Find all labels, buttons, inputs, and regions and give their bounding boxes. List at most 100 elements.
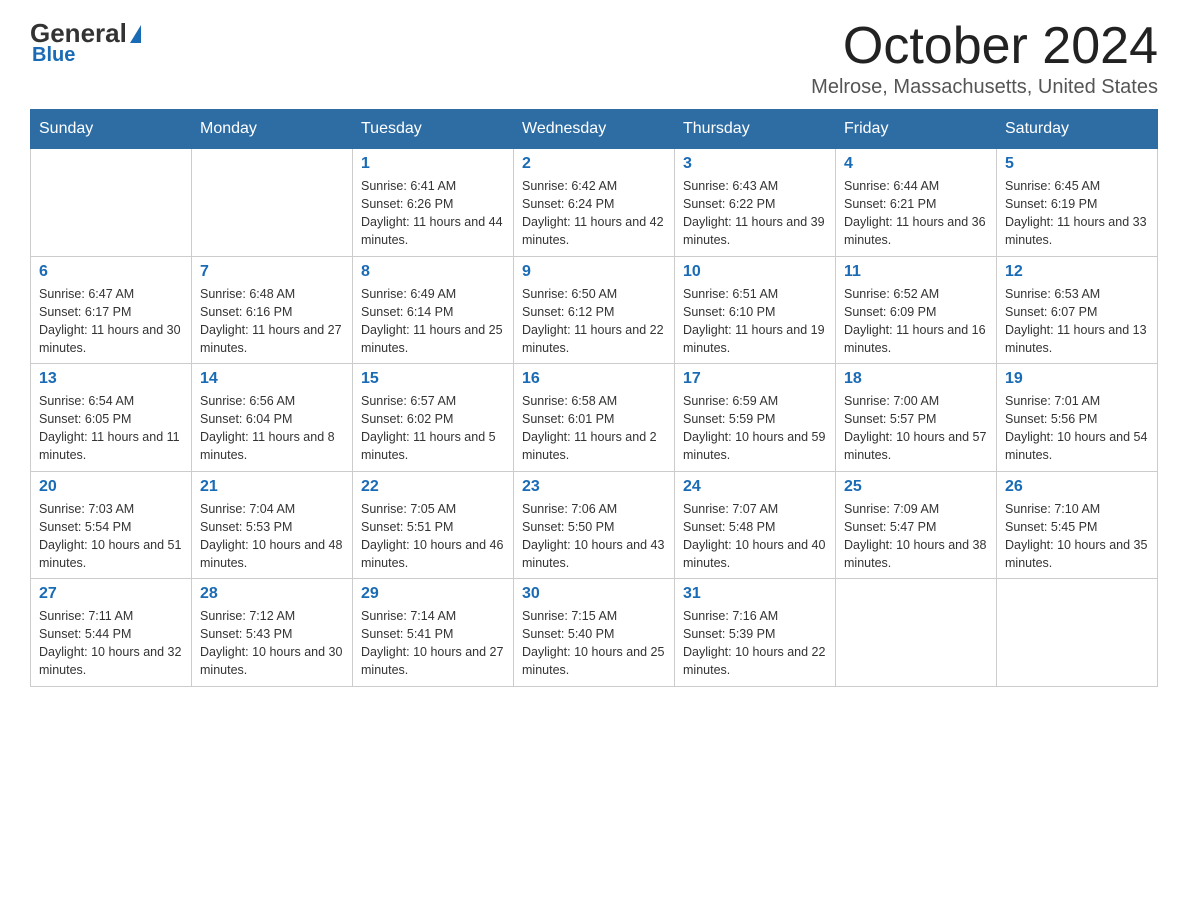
calendar-cell: 13 Sunrise: 6:54 AMSunset: 6:05 PMDaylig… <box>31 364 192 472</box>
calendar-cell <box>192 149 353 257</box>
day-info: Sunrise: 6:56 AMSunset: 6:04 PMDaylight:… <box>200 394 335 462</box>
day-number: 1 <box>361 155 505 173</box>
day-number: 6 <box>39 263 183 281</box>
day-info: Sunrise: 7:00 AMSunset: 5:57 PMDaylight:… <box>844 394 986 462</box>
calendar-cell: 20 Sunrise: 7:03 AMSunset: 5:54 PMDaylig… <box>31 471 192 579</box>
day-info: Sunrise: 6:59 AMSunset: 5:59 PMDaylight:… <box>683 394 825 462</box>
calendar-cell: 26 Sunrise: 7:10 AMSunset: 5:45 PMDaylig… <box>997 471 1158 579</box>
day-info: Sunrise: 6:58 AMSunset: 6:01 PMDaylight:… <box>522 394 657 462</box>
title-area: October 2024 Melrose, Massachusetts, Uni… <box>811 20 1158 99</box>
header-thursday: Thursday <box>675 110 836 149</box>
calendar-cell: 4 Sunrise: 6:44 AMSunset: 6:21 PMDayligh… <box>836 149 997 257</box>
calendar-cell: 10 Sunrise: 6:51 AMSunset: 6:10 PMDaylig… <box>675 256 836 364</box>
header-tuesday: Tuesday <box>353 110 514 149</box>
day-info: Sunrise: 6:47 AMSunset: 6:17 PMDaylight:… <box>39 287 181 355</box>
day-number: 2 <box>522 155 666 173</box>
day-info: Sunrise: 7:04 AMSunset: 5:53 PMDaylight:… <box>200 502 342 570</box>
calendar-cell: 25 Sunrise: 7:09 AMSunset: 5:47 PMDaylig… <box>836 471 997 579</box>
calendar-table: SundayMondayTuesdayWednesdayThursdayFrid… <box>30 109 1158 687</box>
calendar-cell: 1 Sunrise: 6:41 AMSunset: 6:26 PMDayligh… <box>353 149 514 257</box>
calendar-cell: 9 Sunrise: 6:50 AMSunset: 6:12 PMDayligh… <box>514 256 675 364</box>
calendar-cell: 14 Sunrise: 6:56 AMSunset: 6:04 PMDaylig… <box>192 364 353 472</box>
month-title: October 2024 <box>811 20 1158 72</box>
day-info: Sunrise: 6:53 AMSunset: 6:07 PMDaylight:… <box>1005 287 1147 355</box>
week-row-2: 6 Sunrise: 6:47 AMSunset: 6:17 PMDayligh… <box>31 256 1158 364</box>
calendar-cell: 17 Sunrise: 6:59 AMSunset: 5:59 PMDaylig… <box>675 364 836 472</box>
calendar-cell: 22 Sunrise: 7:05 AMSunset: 5:51 PMDaylig… <box>353 471 514 579</box>
calendar-cell <box>997 579 1158 687</box>
day-number: 10 <box>683 263 827 281</box>
day-info: Sunrise: 7:10 AMSunset: 5:45 PMDaylight:… <box>1005 502 1147 570</box>
day-number: 28 <box>200 585 344 603</box>
day-info: Sunrise: 7:12 AMSunset: 5:43 PMDaylight:… <box>200 609 342 677</box>
day-number: 16 <box>522 370 666 388</box>
day-info: Sunrise: 6:42 AMSunset: 6:24 PMDaylight:… <box>522 179 664 247</box>
calendar-cell: 21 Sunrise: 7:04 AMSunset: 5:53 PMDaylig… <box>192 471 353 579</box>
header-sunday: Sunday <box>31 110 192 149</box>
calendar-cell: 30 Sunrise: 7:15 AMSunset: 5:40 PMDaylig… <box>514 579 675 687</box>
day-info: Sunrise: 6:51 AMSunset: 6:10 PMDaylight:… <box>683 287 825 355</box>
calendar-cell: 15 Sunrise: 6:57 AMSunset: 6:02 PMDaylig… <box>353 364 514 472</box>
calendar-cell: 7 Sunrise: 6:48 AMSunset: 6:16 PMDayligh… <box>192 256 353 364</box>
header: General Blue October 2024 Melrose, Massa… <box>30 20 1158 99</box>
day-info: Sunrise: 7:06 AMSunset: 5:50 PMDaylight:… <box>522 502 664 570</box>
week-row-1: 1 Sunrise: 6:41 AMSunset: 6:26 PMDayligh… <box>31 149 1158 257</box>
calendar-cell: 12 Sunrise: 6:53 AMSunset: 6:07 PMDaylig… <box>997 256 1158 364</box>
day-number: 11 <box>844 263 988 281</box>
day-number: 24 <box>683 478 827 496</box>
day-info: Sunrise: 7:14 AMSunset: 5:41 PMDaylight:… <box>361 609 503 677</box>
day-number: 5 <box>1005 155 1149 173</box>
calendar-cell: 28 Sunrise: 7:12 AMSunset: 5:43 PMDaylig… <box>192 579 353 687</box>
calendar-header-row: SundayMondayTuesdayWednesdayThursdayFrid… <box>31 110 1158 149</box>
calendar-cell: 27 Sunrise: 7:11 AMSunset: 5:44 PMDaylig… <box>31 579 192 687</box>
day-number: 22 <box>361 478 505 496</box>
day-info: Sunrise: 6:52 AMSunset: 6:09 PMDaylight:… <box>844 287 986 355</box>
calendar-cell: 11 Sunrise: 6:52 AMSunset: 6:09 PMDaylig… <box>836 256 997 364</box>
calendar-cell: 18 Sunrise: 7:00 AMSunset: 5:57 PMDaylig… <box>836 364 997 472</box>
logo-general: General <box>30 20 127 46</box>
day-number: 3 <box>683 155 827 173</box>
header-saturday: Saturday <box>997 110 1158 149</box>
day-number: 20 <box>39 478 183 496</box>
day-number: 19 <box>1005 370 1149 388</box>
header-friday: Friday <box>836 110 997 149</box>
calendar-cell: 8 Sunrise: 6:49 AMSunset: 6:14 PMDayligh… <box>353 256 514 364</box>
day-info: Sunrise: 6:49 AMSunset: 6:14 PMDaylight:… <box>361 287 503 355</box>
day-info: Sunrise: 6:44 AMSunset: 6:21 PMDaylight:… <box>844 179 986 247</box>
calendar-cell <box>31 149 192 257</box>
day-number: 23 <box>522 478 666 496</box>
logo: General Blue <box>30 20 141 67</box>
day-info: Sunrise: 6:43 AMSunset: 6:22 PMDaylight:… <box>683 179 825 247</box>
day-number: 9 <box>522 263 666 281</box>
day-info: Sunrise: 7:15 AMSunset: 5:40 PMDaylight:… <box>522 609 664 677</box>
calendar-cell: 29 Sunrise: 7:14 AMSunset: 5:41 PMDaylig… <box>353 579 514 687</box>
day-number: 14 <box>200 370 344 388</box>
calendar-cell: 19 Sunrise: 7:01 AMSunset: 5:56 PMDaylig… <box>997 364 1158 472</box>
day-number: 21 <box>200 478 344 496</box>
day-info: Sunrise: 7:03 AMSunset: 5:54 PMDaylight:… <box>39 502 181 570</box>
day-info: Sunrise: 6:54 AMSunset: 6:05 PMDaylight:… <box>39 394 180 462</box>
header-wednesday: Wednesday <box>514 110 675 149</box>
day-number: 7 <box>200 263 344 281</box>
day-number: 18 <box>844 370 988 388</box>
day-number: 17 <box>683 370 827 388</box>
day-number: 26 <box>1005 478 1149 496</box>
calendar-cell: 2 Sunrise: 6:42 AMSunset: 6:24 PMDayligh… <box>514 149 675 257</box>
calendar-cell: 5 Sunrise: 6:45 AMSunset: 6:19 PMDayligh… <box>997 149 1158 257</box>
calendar-cell: 23 Sunrise: 7:06 AMSunset: 5:50 PMDaylig… <box>514 471 675 579</box>
day-info: Sunrise: 6:45 AMSunset: 6:19 PMDaylight:… <box>1005 179 1147 247</box>
calendar-cell: 31 Sunrise: 7:16 AMSunset: 5:39 PMDaylig… <box>675 579 836 687</box>
day-info: Sunrise: 7:11 AMSunset: 5:44 PMDaylight:… <box>39 609 181 677</box>
day-number: 31 <box>683 585 827 603</box>
header-monday: Monday <box>192 110 353 149</box>
day-info: Sunrise: 7:07 AMSunset: 5:48 PMDaylight:… <box>683 502 825 570</box>
day-info: Sunrise: 6:48 AMSunset: 6:16 PMDaylight:… <box>200 287 342 355</box>
logo-blue: Blue <box>30 44 75 67</box>
day-number: 8 <box>361 263 505 281</box>
calendar-cell: 16 Sunrise: 6:58 AMSunset: 6:01 PMDaylig… <box>514 364 675 472</box>
calendar-cell <box>836 579 997 687</box>
day-info: Sunrise: 7:16 AMSunset: 5:39 PMDaylight:… <box>683 609 825 677</box>
day-number: 27 <box>39 585 183 603</box>
day-info: Sunrise: 7:01 AMSunset: 5:56 PMDaylight:… <box>1005 394 1147 462</box>
calendar-cell: 6 Sunrise: 6:47 AMSunset: 6:17 PMDayligh… <box>31 256 192 364</box>
